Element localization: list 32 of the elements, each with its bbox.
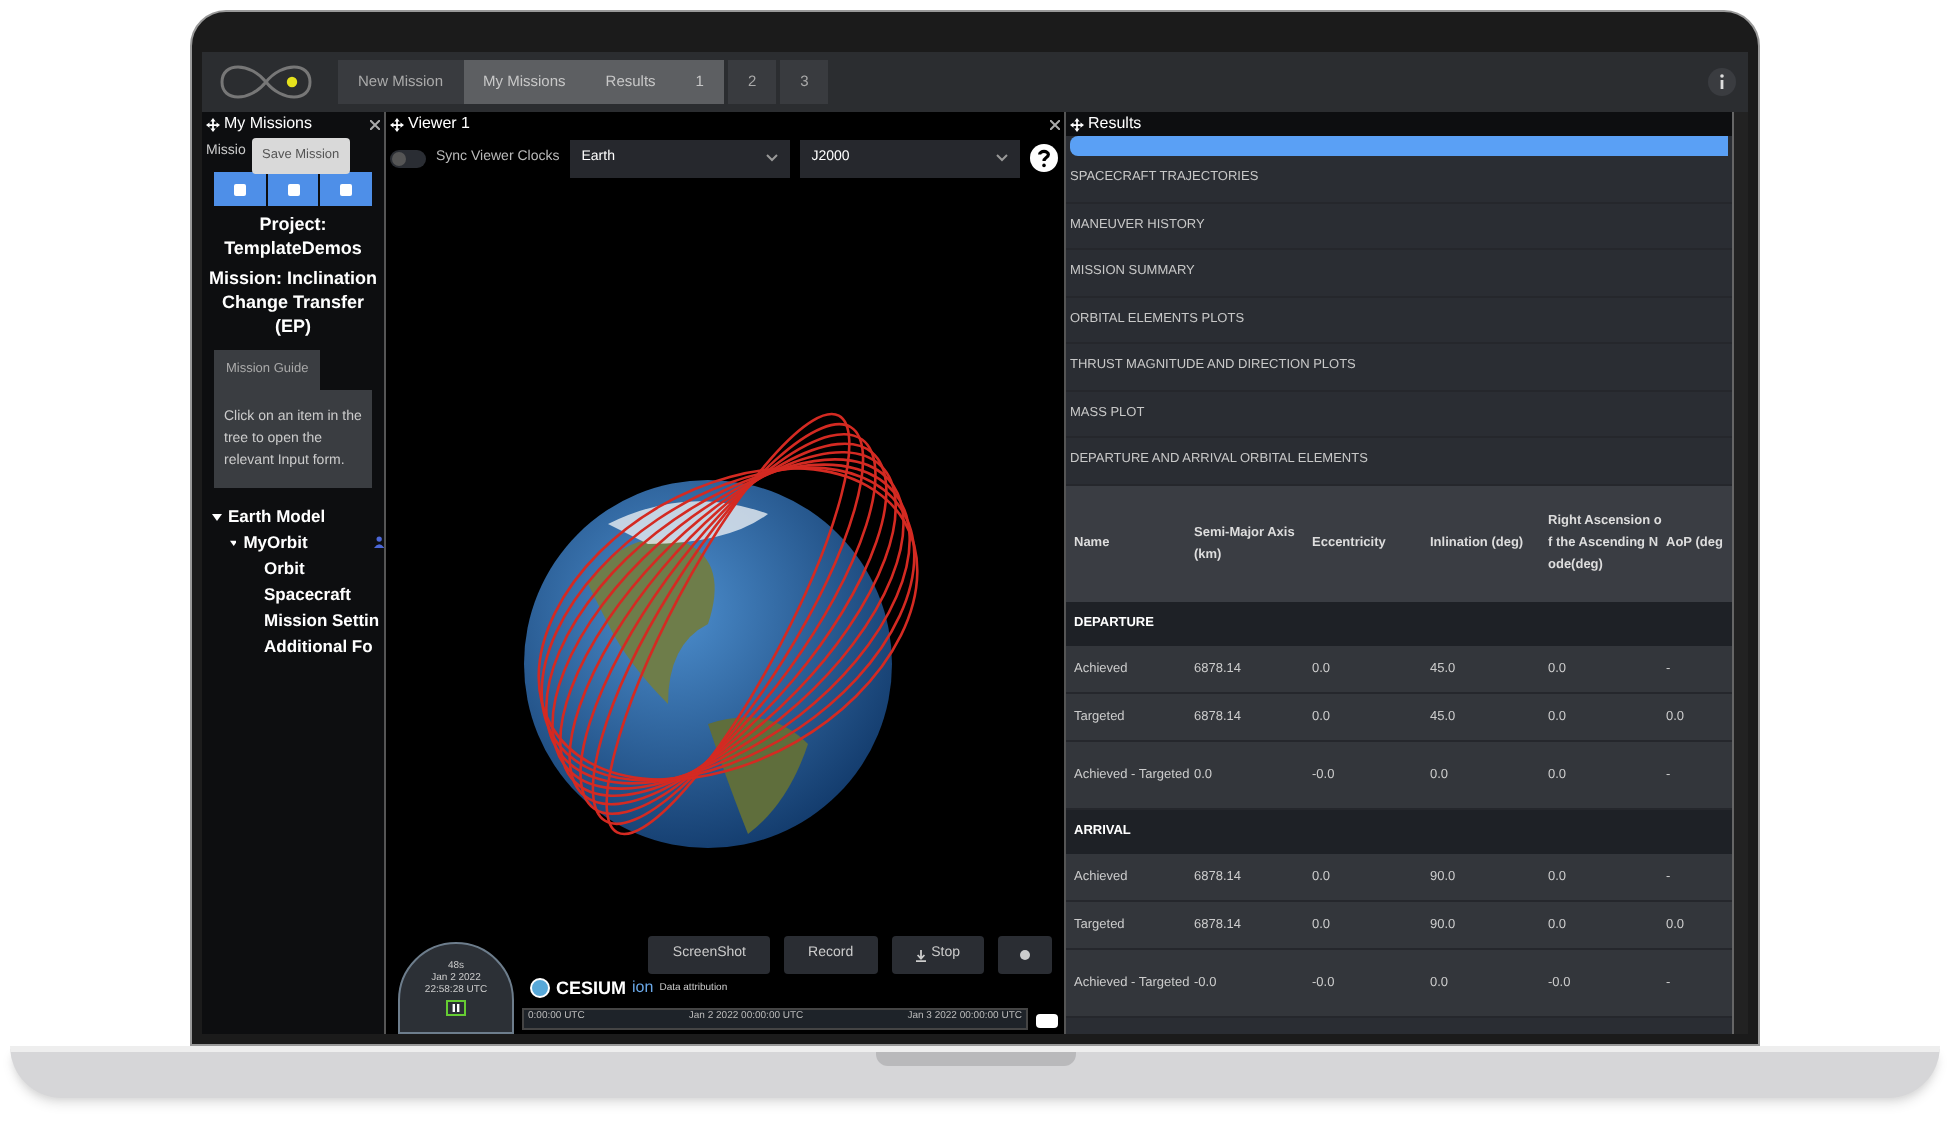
chevron-icon [995, 154, 1008, 162]
project-title: Project: TemplateDemos [222, 212, 364, 260]
sync-toggle[interactable] [390, 149, 426, 167]
cesium-brand: CESIUM [556, 975, 627, 1001]
info-icon[interactable] [1708, 68, 1736, 96]
chevron-icon [765, 154, 778, 162]
panel-title: Viewer 1 [408, 112, 470, 136]
save-button[interactable] [267, 172, 319, 206]
close-icon[interactable] [1050, 119, 1060, 129]
tree-item[interactable]: MyOrbit [243, 529, 308, 556]
tree-item[interactable]: Earth Model [228, 503, 326, 530]
caret-icon[interactable] [229, 537, 237, 548]
tree-item[interactable]: Mission Settin [264, 607, 380, 634]
cesium-suffix: ion [632, 976, 654, 1001]
record-indicator-button[interactable] [998, 936, 1052, 974]
cesium-logo-icon [530, 978, 550, 999]
user-icon [373, 534, 384, 551]
vr-icon[interactable] [1036, 1014, 1058, 1028]
move-icon[interactable] [390, 117, 404, 131]
download-icon [915, 949, 926, 961]
pause-button[interactable] [446, 1000, 466, 1016]
move-icon[interactable] [1070, 117, 1084, 131]
tree-item[interactable]: Orbit [264, 555, 305, 582]
tree-item[interactable]: Additional Fo [264, 633, 373, 660]
help-icon[interactable] [1029, 144, 1058, 172]
panel-title: My Missions [224, 112, 313, 136]
panel-title: Results [1088, 112, 1142, 136]
close-icon[interactable] [370, 119, 380, 129]
caret-icon[interactable] [211, 511, 221, 522]
move-icon[interactable] [206, 117, 220, 131]
tree-item[interactable]: Spacecraft [264, 581, 351, 608]
mission-title: Mission: Inclination Change Transfer (EP) [206, 266, 379, 338]
